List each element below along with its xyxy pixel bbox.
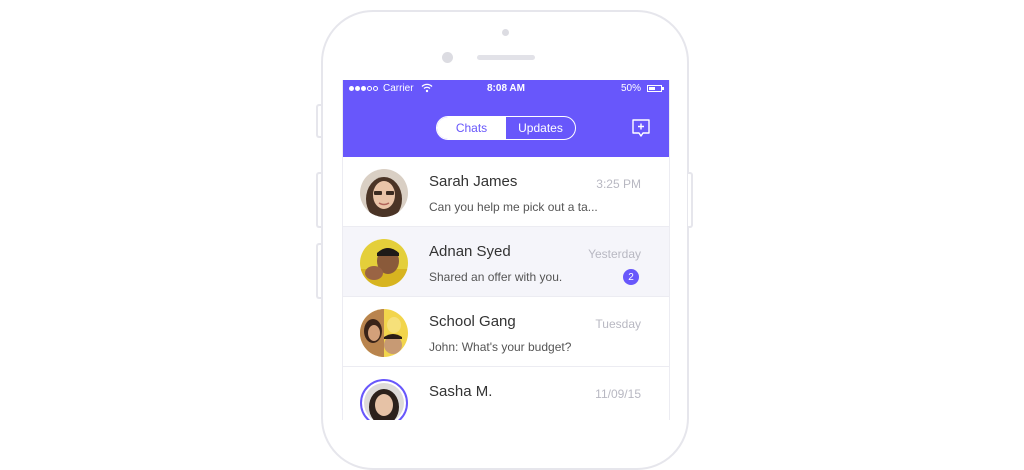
status-bar: Carrier 8:08 AM 50% bbox=[343, 80, 669, 98]
chats-updates-toggle: Chats Updates bbox=[436, 116, 576, 140]
contact-name: Adnan Syed bbox=[429, 243, 511, 260]
avatar bbox=[360, 379, 408, 420]
timestamp: 11/09/15 bbox=[595, 387, 641, 401]
timestamp: 3:25 PM bbox=[596, 177, 641, 191]
volume-down-button bbox=[316, 243, 321, 299]
battery-percentage: 50% bbox=[620, 83, 641, 94]
chat-row[interactable]: Sarah James 3:25 PM Can you help me pick… bbox=[343, 157, 669, 227]
volume-up-button bbox=[316, 172, 321, 228]
message-preview: Can you help me pick out a ta... bbox=[429, 200, 598, 214]
timestamp: Yesterday bbox=[588, 247, 641, 261]
chat-row[interactable]: Sasha M. 11/09/15 bbox=[343, 367, 669, 420]
tab-updates[interactable]: Updates bbox=[506, 117, 575, 139]
power-button bbox=[688, 172, 693, 228]
proximity-sensor bbox=[442, 52, 453, 63]
battery-icon bbox=[647, 85, 664, 92]
chat-row[interactable]: School Gang Tuesday John: What's your bu… bbox=[343, 297, 669, 367]
tab-chats[interactable]: Chats bbox=[437, 117, 506, 139]
mute-switch bbox=[316, 104, 321, 138]
contact-name: Sasha M. bbox=[429, 383, 493, 400]
compose-message-icon[interactable] bbox=[631, 118, 651, 138]
earpiece-speaker bbox=[477, 55, 535, 60]
avatar bbox=[360, 169, 408, 217]
message-preview: Shared an offer with you. bbox=[429, 270, 563, 284]
phone-screen: Carrier 8:08 AM 50% Chats Updates Sarah … bbox=[342, 80, 670, 420]
avatar bbox=[360, 309, 408, 357]
timestamp: Tuesday bbox=[595, 317, 641, 331]
unread-count-badge: 2 bbox=[623, 269, 639, 285]
group-name: School Gang bbox=[429, 313, 516, 330]
chat-row[interactable]: Adnan Syed Yesterday Shared an offer wit… bbox=[343, 227, 669, 297]
front-camera bbox=[502, 29, 509, 36]
app-header: Carrier 8:08 AM 50% Chats Updates bbox=[343, 80, 669, 157]
message-preview: John: What's your budget? bbox=[429, 340, 572, 354]
avatar bbox=[360, 239, 408, 287]
contact-name: Sarah James bbox=[429, 173, 518, 190]
